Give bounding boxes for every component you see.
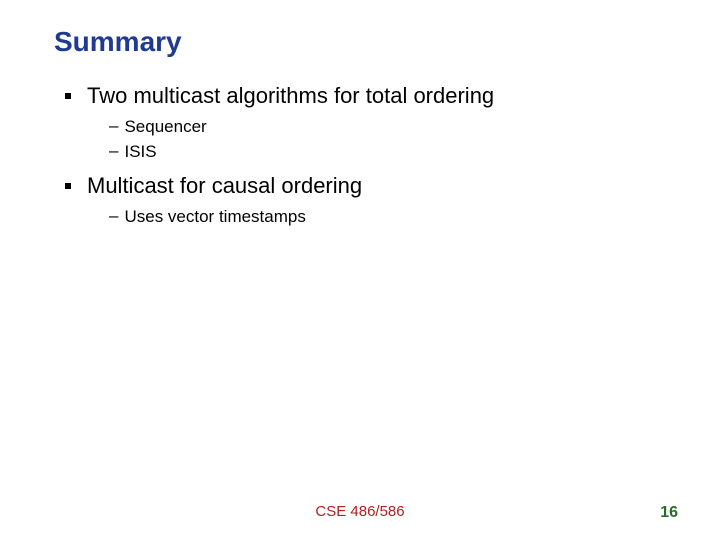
bullet-text: Two multicast algorithms for total order… (87, 82, 494, 110)
sub-item: – Uses vector timestamps (109, 206, 665, 227)
slide-title: Summary (54, 26, 182, 58)
sub-text: ISIS (124, 141, 156, 162)
sub-item: – ISIS (109, 141, 665, 162)
bullet-icon (65, 183, 71, 189)
bullet-item: Multicast for causal ordering (65, 172, 665, 200)
slide: Summary Two multicast algorithms for tot… (0, 0, 720, 540)
bullet-text: Multicast for causal ordering (87, 172, 362, 200)
sub-list: – Uses vector timestamps (109, 206, 665, 227)
bullet-icon (65, 93, 71, 99)
page-number: 16 (660, 504, 678, 522)
dash-icon: – (109, 141, 118, 161)
sub-text: Uses vector timestamps (124, 206, 305, 227)
footer-course: CSE 486/586 (0, 503, 720, 520)
bullet-item: Two multicast algorithms for total order… (65, 82, 665, 110)
sub-item: – Sequencer (109, 116, 665, 137)
dash-icon: – (109, 116, 118, 136)
dash-icon: – (109, 206, 118, 226)
sub-text: Sequencer (124, 116, 206, 137)
slide-content: Two multicast algorithms for total order… (65, 82, 665, 237)
sub-list: – Sequencer – ISIS (109, 116, 665, 163)
